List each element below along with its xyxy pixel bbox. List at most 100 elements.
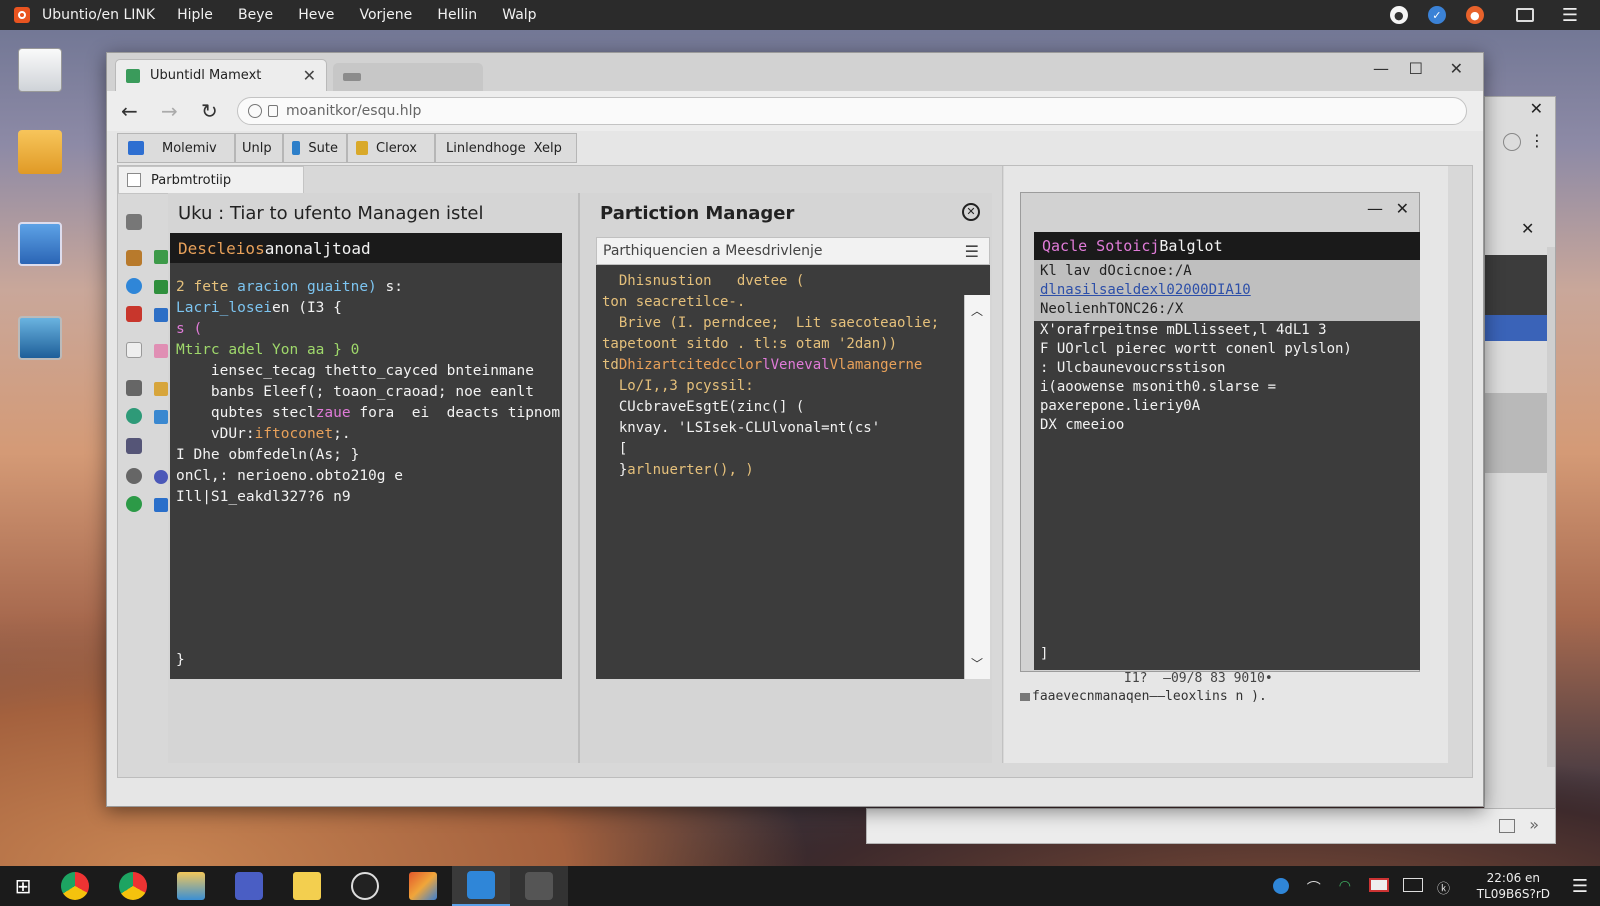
maximize-icon[interactable]: ☐ — [1409, 59, 1423, 78]
chevron-right-icon[interactable]: » — [1529, 815, 1539, 834]
check-box-icon[interactable] — [154, 498, 168, 512]
scrollbar[interactable] — [1547, 247, 1555, 767]
close-icon[interactable]: ✕ — [1521, 219, 1534, 238]
back-icon[interactable]: ← — [121, 99, 147, 123]
top-bar: Ubuntio/en LINK Hiple Beye Heve Vorjene … — [0, 0, 1600, 30]
hamburger-menu-icon[interactable]: ☰ — [1562, 5, 1578, 26]
chrome-icon[interactable] — [104, 866, 162, 906]
code-line: }arlnuerter(), ) — [602, 462, 754, 478]
menu-item[interactable]: Hellin — [437, 7, 477, 23]
terminal-output-1[interactable]: Descleios anonal jtoad 2 fete aracion gu… — [170, 233, 562, 679]
close-window-icon[interactable]: ✕ — [1450, 59, 1463, 78]
minimize-icon[interactable]: — — [1367, 199, 1383, 218]
menu-icon[interactable]: ☰ — [965, 242, 979, 261]
scroll-up-icon[interactable]: ︿ — [971, 301, 983, 322]
url-input[interactable]: moanitkor/esqu.hlp — [237, 97, 1467, 125]
notification-center-icon[interactable]: ☰ — [1572, 876, 1588, 897]
network-globe-icon[interactable] — [1272, 878, 1289, 894]
office-icon[interactable] — [394, 866, 452, 906]
keyboard-icon[interactable] — [1402, 878, 1423, 892]
menu-item[interactable]: Vorjene — [359, 7, 412, 23]
menu-item[interactable]: Heve — [298, 7, 334, 23]
minimize-icon[interactable]: — — [1373, 59, 1389, 78]
tab-close-icon[interactable]: ✕ — [303, 66, 316, 85]
clock[interactable]: 22:06 en TL09B6S?rD — [1477, 870, 1550, 902]
trash-icon[interactable] — [18, 48, 62, 92]
windows-logo-icon: ⊞ — [14, 874, 32, 898]
terminal-header: Descleios anonal jtoad — [170, 233, 562, 263]
menu-item[interactable]: Walp — [502, 7, 536, 23]
cast-icon[interactable] — [1515, 8, 1534, 22]
green-v-icon[interactable] — [154, 280, 168, 294]
toolbar-linlendhoge-button[interactable]: Linlendhoge Xelp — [435, 133, 577, 163]
active-app-icon[interactable] — [452, 866, 510, 906]
close-icon[interactable]: ✕ — [1396, 199, 1409, 218]
chat-icon[interactable]: ● — [1389, 6, 1408, 24]
gear-icon[interactable] — [126, 468, 142, 484]
menu-item[interactable]: Hiple — [177, 7, 213, 23]
vertical-scrollbar[interactable]: ︿ ﹀ — [964, 295, 990, 679]
wifi-icon[interactable]: ⌒ — [1307, 878, 1321, 898]
panel-task-manager: Uku : Tiar to ufento Managen istel Descl… — [168, 193, 578, 763]
lock-icon[interactable] — [1503, 133, 1521, 151]
background-window[interactable]: ✕ ⋮ ✕ — [1484, 96, 1556, 826]
chrome-icon[interactable] — [46, 866, 104, 906]
forward-icon[interactable]: → — [161, 99, 187, 123]
screenshot-app-icon[interactable] — [18, 316, 62, 360]
breadcrumb-tab[interactable]: Parbmtrotiip — [118, 166, 304, 194]
camera-app-icon[interactable] — [510, 866, 568, 906]
panel-icon[interactable] — [1499, 819, 1515, 833]
bird-icon[interactable] — [126, 278, 142, 294]
home-icon[interactable] — [126, 214, 142, 230]
pink-icon[interactable] — [154, 344, 168, 358]
toolbar-sute-button[interactable]: Sute — [283, 133, 347, 163]
notes-icon[interactable] — [278, 866, 336, 906]
pdf-icon[interactable] — [126, 306, 142, 322]
new-tab-button[interactable] — [333, 63, 483, 91]
terminal-output-2[interactable]: Dhisnustion dvetee ( ton seacretilce-. B… — [596, 265, 990, 679]
scroll-down-icon[interactable]: ﹀ — [971, 654, 983, 675]
code-line: banbs Eleef(; toaon_craoad; noe eanlt — [176, 384, 534, 400]
green-check-icon[interactable] — [154, 250, 168, 264]
media-icon[interactable] — [336, 866, 394, 906]
globe-icon[interactable] — [126, 408, 142, 424]
status-line: I1? –09/8 83 9010• — [1124, 671, 1273, 686]
people-icon[interactable] — [126, 380, 142, 396]
menu-item[interactable]: Beye — [238, 7, 273, 23]
app-c-icon[interactable] — [220, 866, 278, 906]
start-button[interactable]: ⊞ — [0, 866, 46, 906]
toolbar-unlp-button[interactable]: Unlp — [235, 133, 283, 163]
reload-icon[interactable]: ↻ — [201, 99, 227, 123]
toolbar-clerox-button[interactable]: Clerox — [347, 133, 435, 163]
browser-tab-active[interactable]: Ubuntidl Mamext ✕ — [115, 59, 327, 91]
book-icon[interactable] — [126, 438, 142, 454]
clock-time: 22:06 en — [1486, 871, 1541, 885]
ubuntu-logo-icon[interactable] — [14, 7, 30, 23]
clock-date: TL09B6S?rD — [1476, 887, 1550, 901]
language-icon[interactable]: ⓚ — [1437, 878, 1450, 898]
sync-icon[interactable]: ◠ — [1339, 878, 1351, 898]
file-manager-icon[interactable] — [162, 866, 220, 906]
terminal-header: Qacle Sotoicj Balglot — [1034, 232, 1420, 260]
panel-icon[interactable] — [154, 382, 168, 396]
app-name: Ubuntio/en LINK — [42, 7, 156, 23]
file-icon[interactable] — [126, 342, 142, 358]
folder-icon[interactable] — [18, 130, 62, 174]
close-icon[interactable]: ✕ — [1530, 99, 1543, 118]
more-icon[interactable]: ⋮ — [1529, 131, 1545, 150]
bluetooth-icon[interactable]: ✓ — [1427, 6, 1446, 24]
tag-icon[interactable] — [126, 250, 142, 266]
terminal-output-3[interactable]: Qacle Sotoicj Balglot Kl lav dOcicnoe:/A… — [1034, 232, 1420, 670]
site-info-icon[interactable] — [248, 104, 262, 118]
close-circle-icon[interactable]: ✕ — [962, 203, 980, 221]
toggle-icon[interactable] — [154, 470, 168, 484]
app-icon[interactable] — [18, 222, 62, 266]
notification-icon[interactable]: ● — [1465, 6, 1484, 24]
toolbar-molemiv-button[interactable]: Molemiv — [117, 133, 235, 163]
flag-icon[interactable] — [1368, 878, 1389, 892]
tab-favicon — [126, 68, 140, 83]
blue-doc-icon[interactable] — [154, 308, 168, 322]
green-circle-icon[interactable] — [126, 496, 142, 512]
code-line: Dhisnustion dvetee ( — [602, 273, 805, 289]
mail-icon[interactable] — [154, 410, 168, 424]
